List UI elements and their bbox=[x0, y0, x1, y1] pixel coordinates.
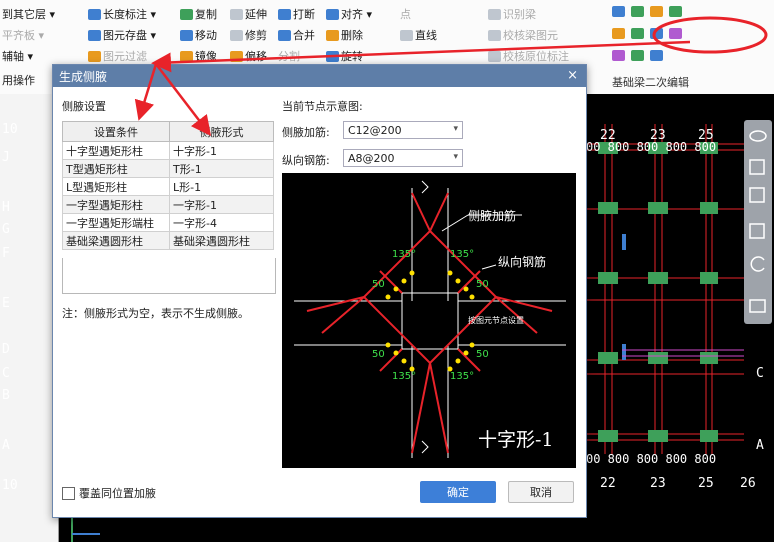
annotation-arrows bbox=[134, 40, 691, 136]
